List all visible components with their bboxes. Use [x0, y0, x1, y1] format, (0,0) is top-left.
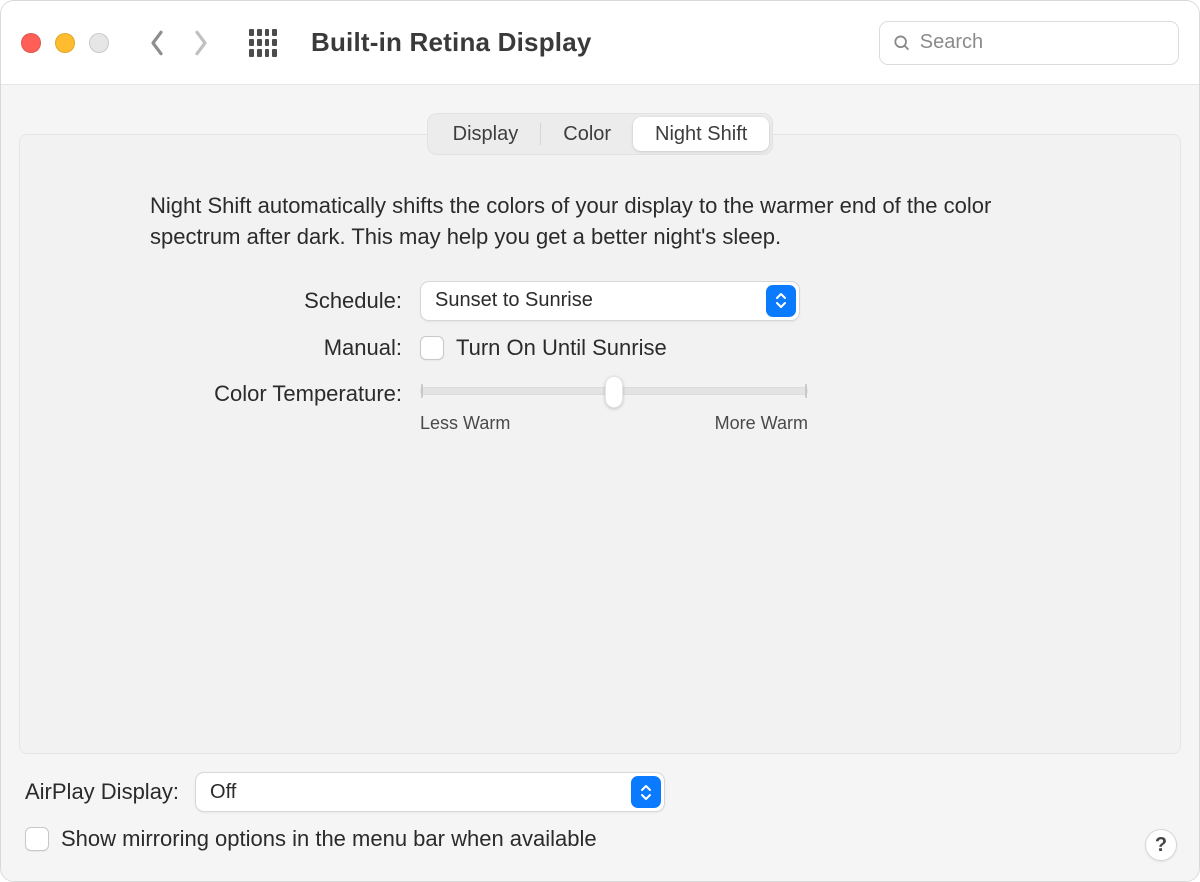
bottom-controls: AirPlay Display: Off Show mirroring opti…	[19, 772, 1181, 852]
airplay-row: AirPlay Display: Off	[25, 772, 1175, 812]
settings-panel: Night Shift automatically shifts the col…	[19, 134, 1181, 754]
schedule-label: Schedule:	[140, 288, 420, 314]
airplay-label: AirPlay Display:	[25, 779, 179, 805]
manual-label: Manual:	[140, 335, 420, 361]
color-temp-row: Color Temperature: Less Warm More Warm	[140, 375, 1060, 434]
window-controls	[21, 33, 109, 53]
show-all-prefs-button[interactable]	[249, 29, 277, 57]
minimize-window-button[interactable]	[55, 33, 75, 53]
back-button[interactable]	[149, 29, 165, 57]
schedule-popup[interactable]: Sunset to Sunrise	[420, 281, 800, 321]
airplay-popup[interactable]: Off	[195, 772, 665, 812]
tabs-segmented-control[interactable]: Display Color Night Shift	[427, 113, 774, 155]
help-button[interactable]: ?	[1145, 829, 1177, 861]
preferences-window: Built-in Retina Display Display Color Ni…	[0, 0, 1200, 882]
tab-night-shift[interactable]: Night Shift	[633, 117, 769, 151]
manual-checkbox-label: Turn On Until Sunrise	[456, 335, 667, 361]
content-area: Display Color Night Shift Night Shift au…	[1, 85, 1199, 881]
manual-row: Manual: Turn On Until Sunrise	[140, 335, 1060, 361]
color-temp-slider[interactable]: Less Warm More Warm	[420, 375, 808, 434]
mirroring-row: Show mirroring options in the menu bar w…	[25, 826, 1175, 852]
close-window-button[interactable]	[21, 33, 41, 53]
search-icon	[892, 32, 912, 54]
updown-icon	[766, 285, 796, 317]
slider-thumb[interactable]	[605, 376, 623, 408]
schedule-value: Sunset to Sunrise	[435, 289, 593, 312]
nav-buttons	[149, 29, 209, 57]
window-title: Built-in Retina Display	[311, 27, 592, 58]
question-mark-icon: ?	[1155, 834, 1167, 857]
tab-display[interactable]: Display	[431, 117, 541, 151]
slider-max-label: More Warm	[715, 413, 808, 434]
manual-checkbox[interactable]	[420, 336, 444, 360]
mirroring-checkbox[interactable]	[25, 827, 49, 851]
updown-icon	[631, 776, 661, 808]
airplay-value: Off	[210, 781, 236, 804]
night-shift-description: Night Shift automatically shifts the col…	[150, 191, 1050, 253]
forward-button[interactable]	[193, 29, 209, 57]
slider-min-label: Less Warm	[420, 413, 510, 434]
toolbar: Built-in Retina Display	[1, 1, 1199, 85]
color-temp-label: Color Temperature:	[140, 375, 420, 407]
search-field[interactable]	[879, 21, 1179, 65]
schedule-row: Schedule: Sunset to Sunrise	[140, 281, 1060, 321]
search-input[interactable]	[920, 31, 1166, 54]
tab-color[interactable]: Color	[541, 117, 633, 151]
zoom-window-button[interactable]	[89, 33, 109, 53]
mirroring-label: Show mirroring options in the menu bar w…	[61, 826, 597, 852]
